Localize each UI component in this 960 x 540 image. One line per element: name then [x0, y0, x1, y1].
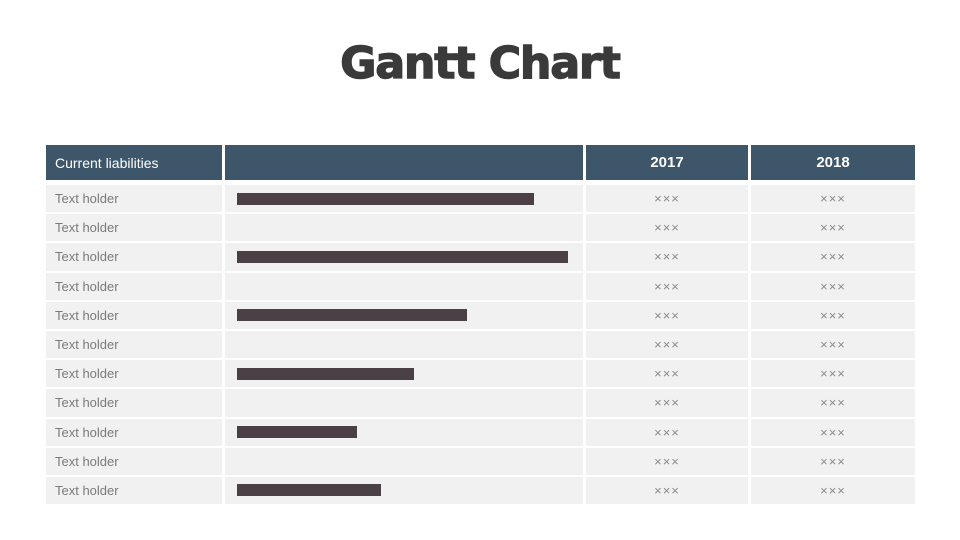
- row-label: Text holder: [46, 418, 222, 446]
- row-label: Text holder: [46, 301, 222, 329]
- value-2017: ×××: [586, 185, 748, 213]
- row-label: Text holder: [46, 214, 222, 242]
- value-2018: ×××: [751, 243, 915, 271]
- value-2017: ×××: [586, 243, 748, 271]
- table-body: Text holder ××× ××× Text holder ××× ××× Text h…: [46, 185, 915, 506]
- gantt-bar: [237, 309, 467, 322]
- value-2017: ×××: [586, 360, 748, 388]
- gantt-bar: [237, 484, 381, 497]
- header-2018: 2018: [751, 145, 915, 180]
- table-row: Text holder ××× ×××: [46, 360, 915, 389]
- value-2017: ×××: [586, 389, 748, 417]
- timeline-cell: [225, 360, 583, 388]
- value-2018: ×××: [751, 476, 915, 505]
- row-label: Text holder: [46, 447, 222, 475]
- timeline-cell: [225, 185, 583, 213]
- gantt-bar: [237, 367, 414, 380]
- value-2018: ×××: [751, 389, 915, 417]
- header-label: Current liabilities: [46, 145, 222, 180]
- row-label: Text holder: [46, 243, 222, 271]
- table-row: Text holder ××× ×××: [46, 243, 915, 272]
- value-2017: ×××: [586, 447, 748, 475]
- gantt-bar: [237, 426, 357, 439]
- value-2018: ×××: [751, 418, 915, 446]
- table-row: Text holder ××× ×××: [46, 476, 915, 506]
- row-label: Text holder: [46, 272, 222, 300]
- timeline-cell: [225, 476, 583, 505]
- value-2017: ×××: [586, 272, 748, 300]
- table-row: Text holder ××× ×××: [46, 418, 915, 448]
- timeline-cell: [225, 389, 583, 417]
- table-row: Text holder ××× ×××: [46, 330, 915, 360]
- value-2017: ×××: [586, 418, 748, 446]
- value-2018: ×××: [751, 272, 915, 300]
- table-row: Text holder ××× ×××: [46, 389, 915, 418]
- value-2018: ×××: [751, 330, 915, 359]
- row-label: Text holder: [46, 389, 222, 417]
- header-timeline: [225, 145, 583, 180]
- value-2018: ×××: [751, 214, 915, 242]
- timeline-cell: [225, 330, 583, 359]
- value-2017: ×××: [586, 476, 748, 505]
- timeline-cell: [225, 272, 583, 300]
- gantt-bar: [237, 250, 568, 263]
- header-2017: 2017: [586, 145, 748, 180]
- value-2018: ×××: [751, 447, 915, 475]
- table-row: Text holder ××× ×××: [46, 301, 915, 331]
- row-label: Text holder: [46, 360, 222, 388]
- header-row: Current liabilities 2017 2018: [46, 145, 915, 180]
- table-row: Text holder ××× ×××: [46, 272, 915, 302]
- value-2018: ×××: [751, 360, 915, 388]
- table-row: Text holder ××× ×××: [46, 447, 915, 477]
- value-2017: ×××: [586, 214, 748, 242]
- value-2018: ×××: [751, 301, 915, 329]
- value-2018: ×××: [751, 185, 915, 213]
- row-label: Text holder: [46, 185, 222, 213]
- row-label: Text holder: [46, 330, 222, 359]
- chart-title: Gantt Chart: [339, 37, 621, 90]
- table-row: Text holder ××× ×××: [46, 214, 915, 243]
- timeline-cell: [225, 243, 583, 271]
- timeline-cell: [225, 301, 583, 329]
- timeline-cell: [225, 418, 583, 446]
- table-row: Text holder ××× ×××: [46, 185, 915, 214]
- value-2017: ×××: [586, 330, 748, 359]
- value-2017: ×××: [586, 301, 748, 329]
- timeline-cell: [225, 447, 583, 475]
- gantt-bar: [237, 192, 534, 205]
- row-label: Text holder: [46, 476, 222, 505]
- gantt-table: Current liabilities 2017 2018 Text holde…: [46, 145, 915, 506]
- timeline-cell: [225, 214, 583, 242]
